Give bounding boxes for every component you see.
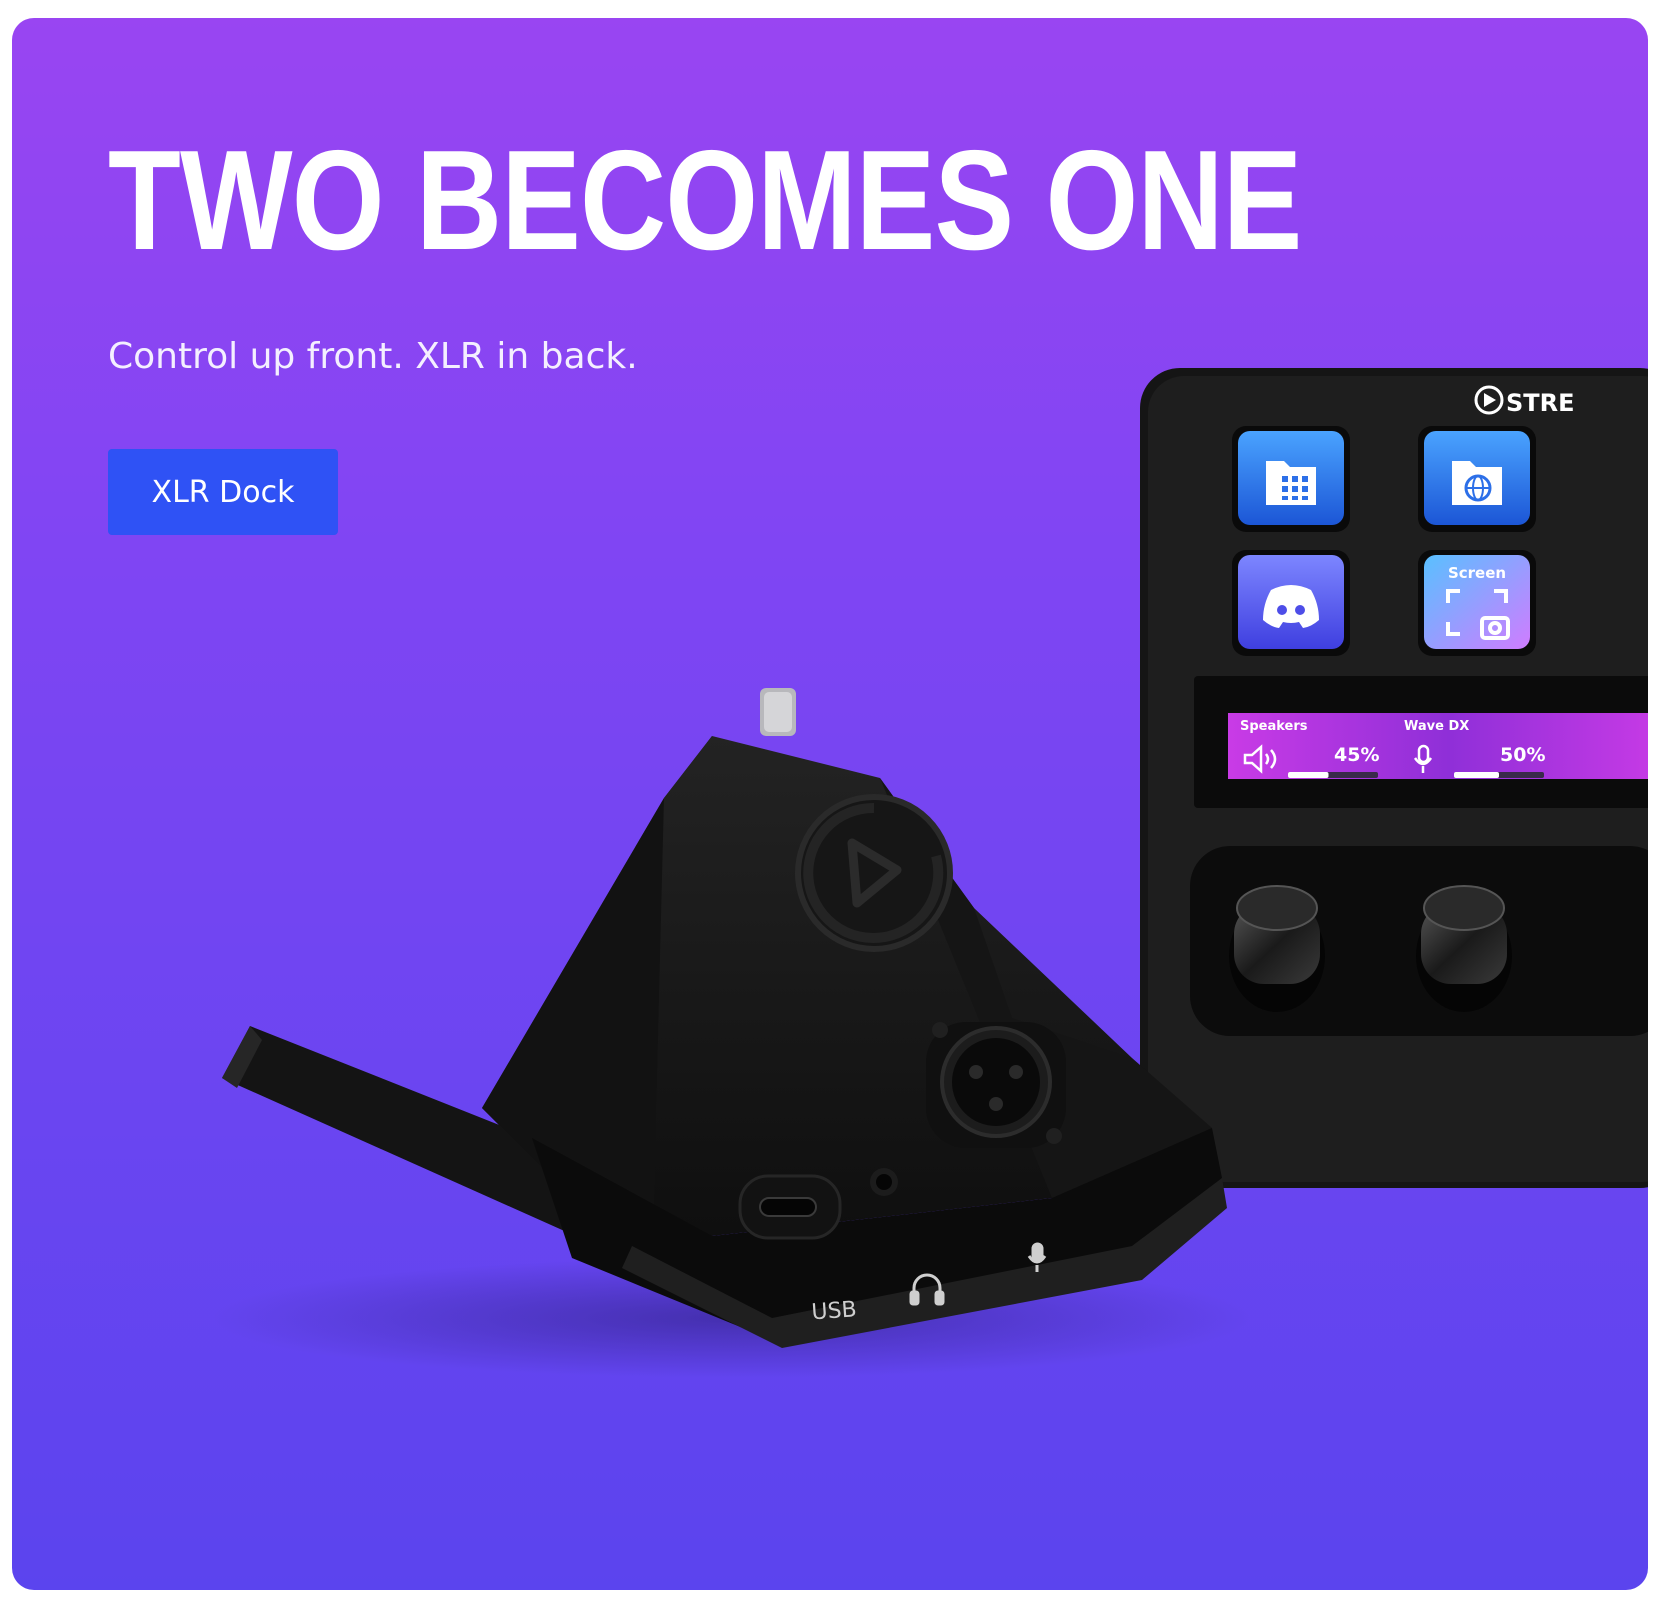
deck-key-1[interactable] xyxy=(1232,426,1350,532)
deck-lcd-display: Speakers 45% Wave DX 50% xyxy=(1228,713,1648,779)
hero-banner: STRE Screen Speakers 45% Wave DX 50% USB… xyxy=(12,18,1648,1590)
hero-title: TWO BECOMES ONE xyxy=(108,121,1302,280)
speakers-level-bar xyxy=(1288,772,1329,778)
discord-icon xyxy=(1263,585,1319,628)
stream-deck-brand: STRE xyxy=(1506,389,1575,417)
usb-port-label: USB xyxy=(811,1297,858,1325)
deck-key-3[interactable] xyxy=(1232,550,1350,656)
xlr-port-icon xyxy=(926,1022,1066,1148)
keypad-folder-icon xyxy=(1266,461,1316,505)
dial-1[interactable] xyxy=(1229,885,1325,1012)
xlr-dock-button[interactable]: XLR Dock xyxy=(108,449,338,535)
elgato-logo-icon xyxy=(795,794,953,952)
hero-subtitle: Control up front. XLR in back. xyxy=(108,336,638,377)
stream-deck-device: STRE Screen Speakers 45% Wave DX 50% xyxy=(1140,368,1648,1188)
speakers-label: Speakers xyxy=(1240,719,1308,734)
xlr-dock-device: USB xyxy=(212,688,1252,1378)
globe-folder-icon xyxy=(1452,461,1502,505)
dial-2[interactable] xyxy=(1416,885,1512,1012)
wave-dx-label: Wave DX xyxy=(1404,719,1469,734)
screenshot-key-label: Screen xyxy=(1448,564,1506,582)
wave-dx-value: 50% xyxy=(1500,744,1545,766)
usb-c-port-icon xyxy=(738,1174,842,1240)
headphone-jack-icon xyxy=(870,1168,898,1196)
deck-key-4[interactable]: Screen xyxy=(1418,550,1536,656)
deck-key-2[interactable] xyxy=(1418,426,1536,532)
wave-dx-level-bar xyxy=(1454,772,1499,778)
speakers-value: 45% xyxy=(1334,744,1379,766)
